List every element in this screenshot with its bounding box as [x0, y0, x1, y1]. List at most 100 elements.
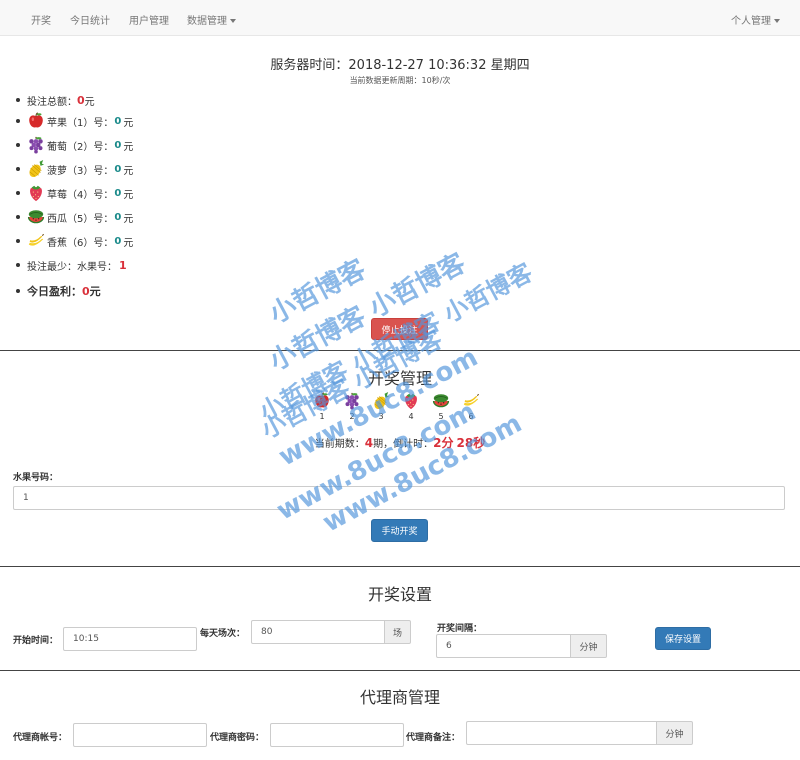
stat-least-value: 1 [119, 258, 127, 272]
draw-number: 4 [408, 412, 414, 421]
stat-profit-label: 今日盈利： [27, 285, 82, 298]
bullet-dot [16, 289, 20, 293]
caret-down-icon [774, 19, 780, 23]
manual-draw-button[interactable]: 手动开奖 [371, 519, 428, 542]
period-suffix: 期，倒计时： [373, 439, 434, 450]
server-time-value: 2018-12-27 10:36:32 星期四 [348, 58, 530, 73]
stat-fruit-watermelon: 西瓜（5）号： 0 元 [16, 208, 133, 226]
stat-fruit-pineapple: 菠萝（3）号： 0 元 [16, 160, 133, 178]
watermelon-icon [432, 392, 450, 410]
section-divider [0, 566, 800, 567]
draw-number: 1 [319, 412, 325, 421]
draw-number: 2 [349, 412, 355, 421]
draw-fruit-apple [313, 392, 331, 413]
period-value: 4 [364, 436, 374, 450]
draw-number: 6 [468, 412, 474, 421]
nav-today-stats[interactable]: 今日统计 [70, 12, 110, 27]
server-time: 服务器时间：2018-12-27 10:36:32 星期四 [0, 54, 800, 73]
period-countdown: 当前期数：4期，倒计时：2分 28秒 [0, 434, 800, 451]
strawberry-icon [402, 392, 420, 410]
nav-personal-menu-dropdown[interactable]: 个人管理 [731, 12, 780, 27]
interval-label: 开奖间隔： [437, 624, 483, 634]
stat-profit-unit: 元 [89, 285, 101, 298]
stat-fruit-strawberry: 草莓（4）号： 0 元 [16, 184, 133, 202]
nav-personal-menu-label: 个人管理 [731, 16, 771, 27]
refresh-note: 当前数据更新周期：10秒/次 [349, 76, 451, 85]
draw-fruit-strawberry [402, 392, 420, 413]
stat-least-bet: 投注最少：水果号： 1 [16, 256, 127, 274]
bullet-dot [16, 167, 20, 171]
stat-fruit-unit: 元 [123, 189, 134, 201]
nav-data-management-dropdown[interactable]: 数据管理 [187, 12, 236, 27]
stat-fruit-label: 香蕉（6）号： [47, 237, 114, 249]
bullet-dot [16, 143, 20, 147]
stat-fruit-label: 西瓜（5）号： [47, 213, 114, 225]
save-settings-button[interactable]: 保存设置 [655, 627, 711, 650]
agent-password-input[interactable] [270, 723, 404, 747]
stat-fruit-banana: 香蕉（6）号： 0 元 [16, 232, 133, 250]
stat-today-profit: 今日盈利： 0 元 [16, 282, 101, 300]
section-divider [0, 670, 800, 671]
draw-number: 5 [438, 412, 444, 421]
interval-unit: 分钟 [570, 634, 607, 658]
apple-icon [313, 392, 331, 410]
fruit-number-input[interactable]: 1 [13, 486, 785, 510]
agent-note-input[interactable] [466, 721, 657, 745]
stat-total-unit: 元 [84, 96, 95, 108]
section-divider [0, 350, 800, 351]
fruit-number-label: 水果号码： [13, 473, 59, 483]
pineapple-icon [372, 392, 390, 410]
server-time-label: 服务器时间： [270, 58, 349, 73]
daily-rounds-label: 每天场次： [200, 629, 246, 639]
banana-icon [462, 392, 480, 410]
bullet-dot [16, 119, 20, 123]
stat-fruit-grape: 葡萄（2）号： 0 元 [16, 136, 133, 154]
agent-account-input[interactable] [73, 723, 207, 747]
period-label: 当前期数： [314, 439, 365, 450]
draw-fruit-pineapple [372, 392, 390, 413]
bullet-dot [16, 191, 20, 195]
stat-fruit-unit: 元 [123, 117, 134, 129]
stat-least-label: 投注最少：水果号： [27, 261, 117, 273]
stat-fruit-unit: 元 [123, 141, 134, 153]
strawberry-icon [27, 184, 45, 202]
countdown-minutes-unit: 分 [441, 436, 454, 450]
watermark-text: 小哲博客 小哲博客 [264, 248, 471, 377]
stat-fruit-label: 菠萝（3）号： [47, 165, 114, 177]
pineapple-icon [27, 160, 45, 178]
bullet-dot [16, 98, 20, 102]
draw-fruit-watermelon [432, 392, 450, 413]
grape-icon [343, 392, 361, 410]
nav-data-management-label: 数据管理 [187, 16, 227, 27]
start-time-input[interactable]: 10:15 [63, 627, 197, 651]
interval-input[interactable]: 6 [436, 634, 571, 658]
stat-fruit-unit: 元 [123, 165, 134, 177]
agent-note-unit: 分钟 [656, 721, 693, 745]
start-time-label: 开始时间： [13, 636, 59, 646]
stat-fruit-unit: 元 [123, 213, 134, 225]
bullet-dot [16, 239, 20, 243]
bullet-dot [16, 263, 20, 267]
nav-draw[interactable]: 开奖 [31, 12, 51, 27]
apple-icon [27, 112, 45, 130]
stop-betting-button[interactable]: 停止投注 [371, 318, 428, 340]
settings-section-title: 开奖设置 [367, 585, 432, 604]
agents-section-title: 代理商管理 [359, 688, 440, 707]
stat-total-bets: 投注总额： 0 元 [16, 91, 95, 109]
stat-fruit-label: 草莓（4）号： [47, 189, 114, 201]
stat-fruit-label: 葡萄（2）号： [47, 141, 114, 153]
stat-total-value: 0 [77, 93, 85, 107]
agent-account-label: 代理商帐号： [13, 733, 68, 743]
nav-user-management[interactable]: 用户管理 [129, 12, 169, 27]
daily-rounds-input[interactable]: 80 [251, 620, 385, 644]
draw-number: 3 [378, 412, 384, 421]
stat-total-label: 投注总额： [27, 96, 77, 108]
grape-icon [27, 136, 45, 154]
bullet-dot [16, 215, 20, 219]
countdown-seconds-unit: 秒 [473, 436, 486, 450]
stat-profit-value: 0 [82, 284, 90, 298]
stat-fruit-value: 0 [114, 211, 122, 223]
stat-fruit-apple: 苹果（1）号： 0 元 [16, 112, 133, 130]
stat-fruit-label: 苹果（1）号： [47, 117, 114, 129]
draw-fruit-banana [462, 392, 480, 413]
